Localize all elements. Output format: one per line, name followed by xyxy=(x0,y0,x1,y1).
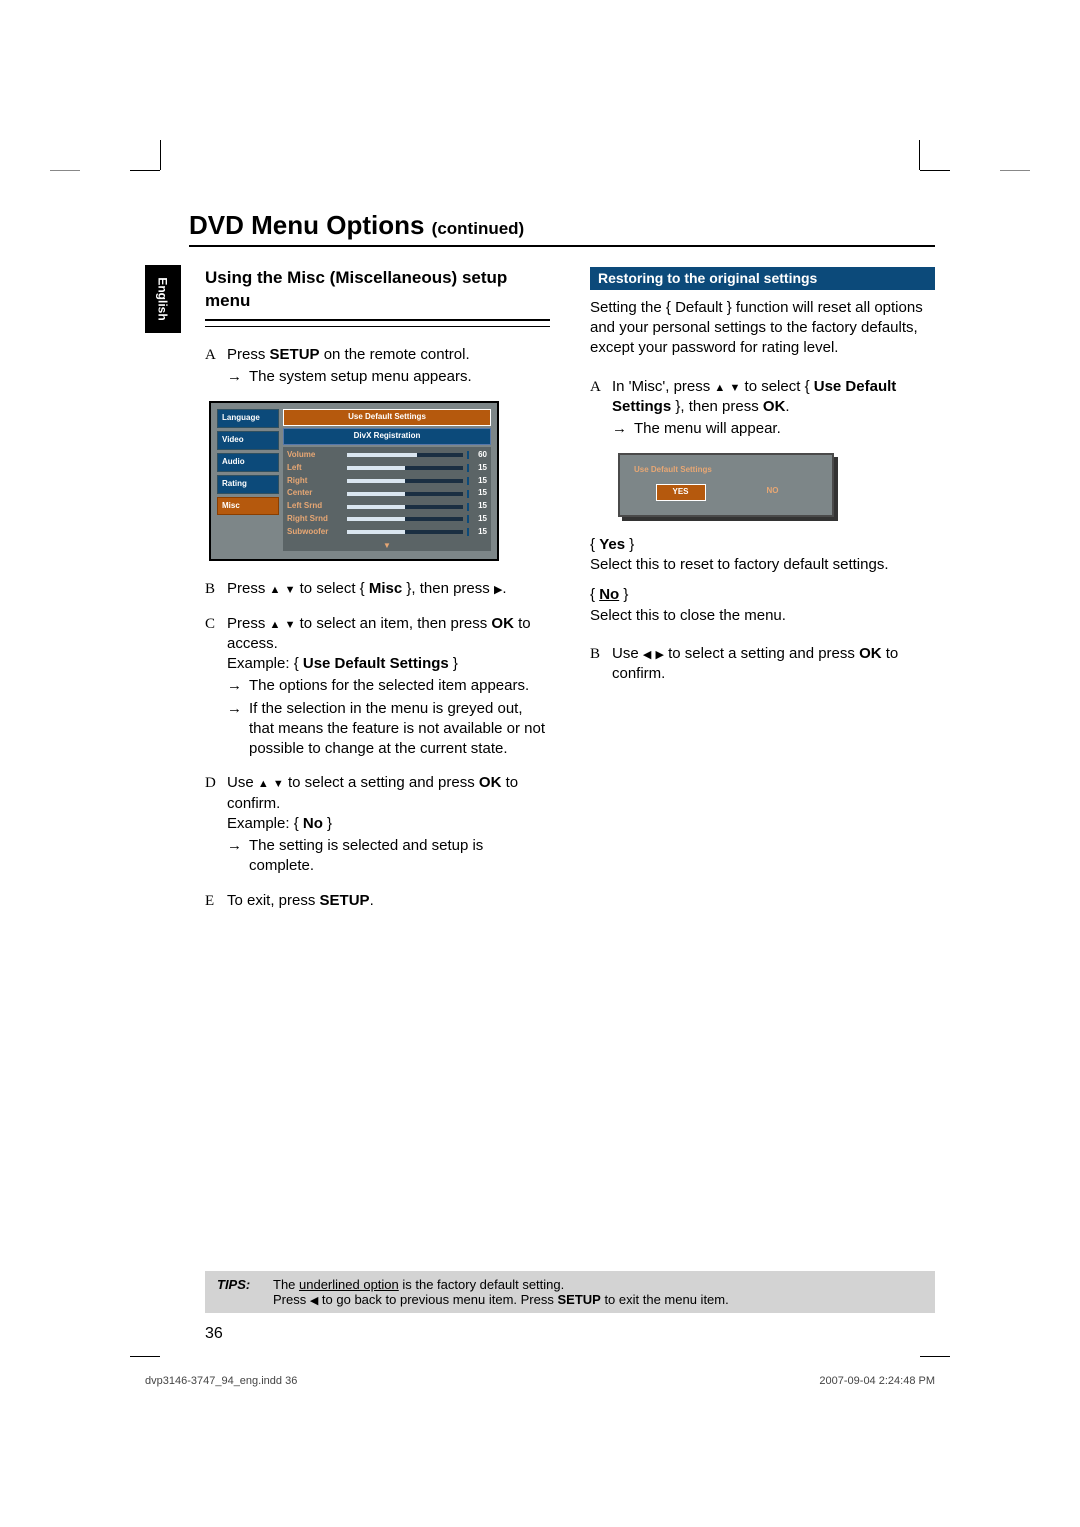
tips-box: TIPS: The underlined option is the facto… xyxy=(205,1271,935,1313)
osd-slider-rows: Volume60 Left15 Right15 Center15 Left Sr… xyxy=(283,447,491,551)
arrow-icon: → xyxy=(227,699,249,760)
right-icon xyxy=(494,580,502,597)
print-footer: dvp3146-3747_94_eng.indd 36 2007-09-04 2… xyxy=(145,1375,935,1387)
arrow-icon: → xyxy=(227,367,249,387)
osd-tab-misc: Misc xyxy=(217,497,279,516)
up-icon xyxy=(270,615,281,632)
step-b: B Press to select { Misc }, then press . xyxy=(205,579,550,599)
osd-confirm-title: Use Default Settings xyxy=(626,461,826,484)
osd-confirm-no: NO xyxy=(749,484,797,501)
up-icon xyxy=(270,580,281,597)
title-main: DVD Menu Options xyxy=(189,210,424,240)
left-icon xyxy=(643,645,651,662)
down-icon xyxy=(285,615,296,632)
osd-tab-video: Video xyxy=(217,431,279,450)
rule xyxy=(205,325,550,327)
tips-label: TIPS: xyxy=(217,1277,273,1307)
crop-mark xyxy=(50,170,80,171)
right-icon xyxy=(655,645,663,662)
osd-option-default: Use Default Settings xyxy=(283,409,491,426)
osd-option-divx: DivX Registration xyxy=(283,428,491,445)
osd-confirm-yes: YES xyxy=(656,484,706,501)
step-d: D Use to select a setting and press OK t… xyxy=(205,773,550,876)
language-tab-label: English xyxy=(156,277,170,320)
step-a-right: A In 'Misc', press to select { Use Defau… xyxy=(590,377,935,440)
step-marker: A xyxy=(205,345,227,388)
title-suffix: (continued) xyxy=(432,219,525,238)
option-no: { No } xyxy=(590,585,935,605)
down-icon xyxy=(285,580,296,597)
up-icon xyxy=(714,378,725,395)
arrow-icon: → xyxy=(227,836,249,877)
crop-mark xyxy=(920,170,950,171)
osd-confirm-dialog: Use Default Settings YES NO xyxy=(618,453,834,517)
arrow-icon: → xyxy=(612,419,634,439)
down-icon xyxy=(729,378,740,395)
step-a: A Press SETUP on the remote control. →Th… xyxy=(205,345,550,388)
crop-mark xyxy=(160,140,161,170)
step-b-right: B Use to select a setting and press OK t… xyxy=(590,644,935,685)
footer-file: dvp3146-3747_94_eng.indd 36 xyxy=(145,1375,297,1387)
section-bar: Restoring to the original settings xyxy=(590,267,935,290)
option-yes-desc: Select this to reset to factory default … xyxy=(590,555,935,575)
crop-mark xyxy=(130,170,160,171)
intro-text: Setting the { Default } function will re… xyxy=(590,298,935,359)
step-e: E To exit, press SETUP. xyxy=(205,891,550,911)
option-no-desc: Select this to close the menu. xyxy=(590,606,935,626)
page-title: DVD Menu Options (continued) xyxy=(189,210,935,247)
language-tab: English xyxy=(145,265,181,333)
step-c: C Press to select an item, then press OK… xyxy=(205,614,550,760)
osd-tab-audio: Audio xyxy=(217,453,279,472)
osd-tab-language: Language xyxy=(217,409,279,428)
down-icon xyxy=(273,774,284,791)
osd-scroll-down-icon: ▼ xyxy=(287,539,487,552)
crop-mark xyxy=(919,140,920,170)
footer-timestamp: 2007-09-04 2:24:48 PM xyxy=(819,1375,935,1387)
option-yes: { Yes } xyxy=(590,535,935,555)
page-number: 36 xyxy=(205,1325,223,1343)
page-content: DVD Menu Options (continued) English Usi… xyxy=(145,210,935,1357)
osd-tab-rating: Rating xyxy=(217,475,279,494)
section-heading: Using the Misc (Miscellaneous) setup men… xyxy=(205,267,550,321)
osd-tab-list: Language Video Audio Rating Misc xyxy=(217,409,279,551)
right-column: Restoring to the original settings Setti… xyxy=(590,267,935,925)
crop-mark xyxy=(1000,170,1030,171)
osd-misc-menu: Language Video Audio Rating Misc Use Def… xyxy=(209,401,499,561)
arrow-icon: → xyxy=(227,676,249,696)
left-column: Using the Misc (Miscellaneous) setup men… xyxy=(205,267,550,925)
up-icon xyxy=(258,774,269,791)
